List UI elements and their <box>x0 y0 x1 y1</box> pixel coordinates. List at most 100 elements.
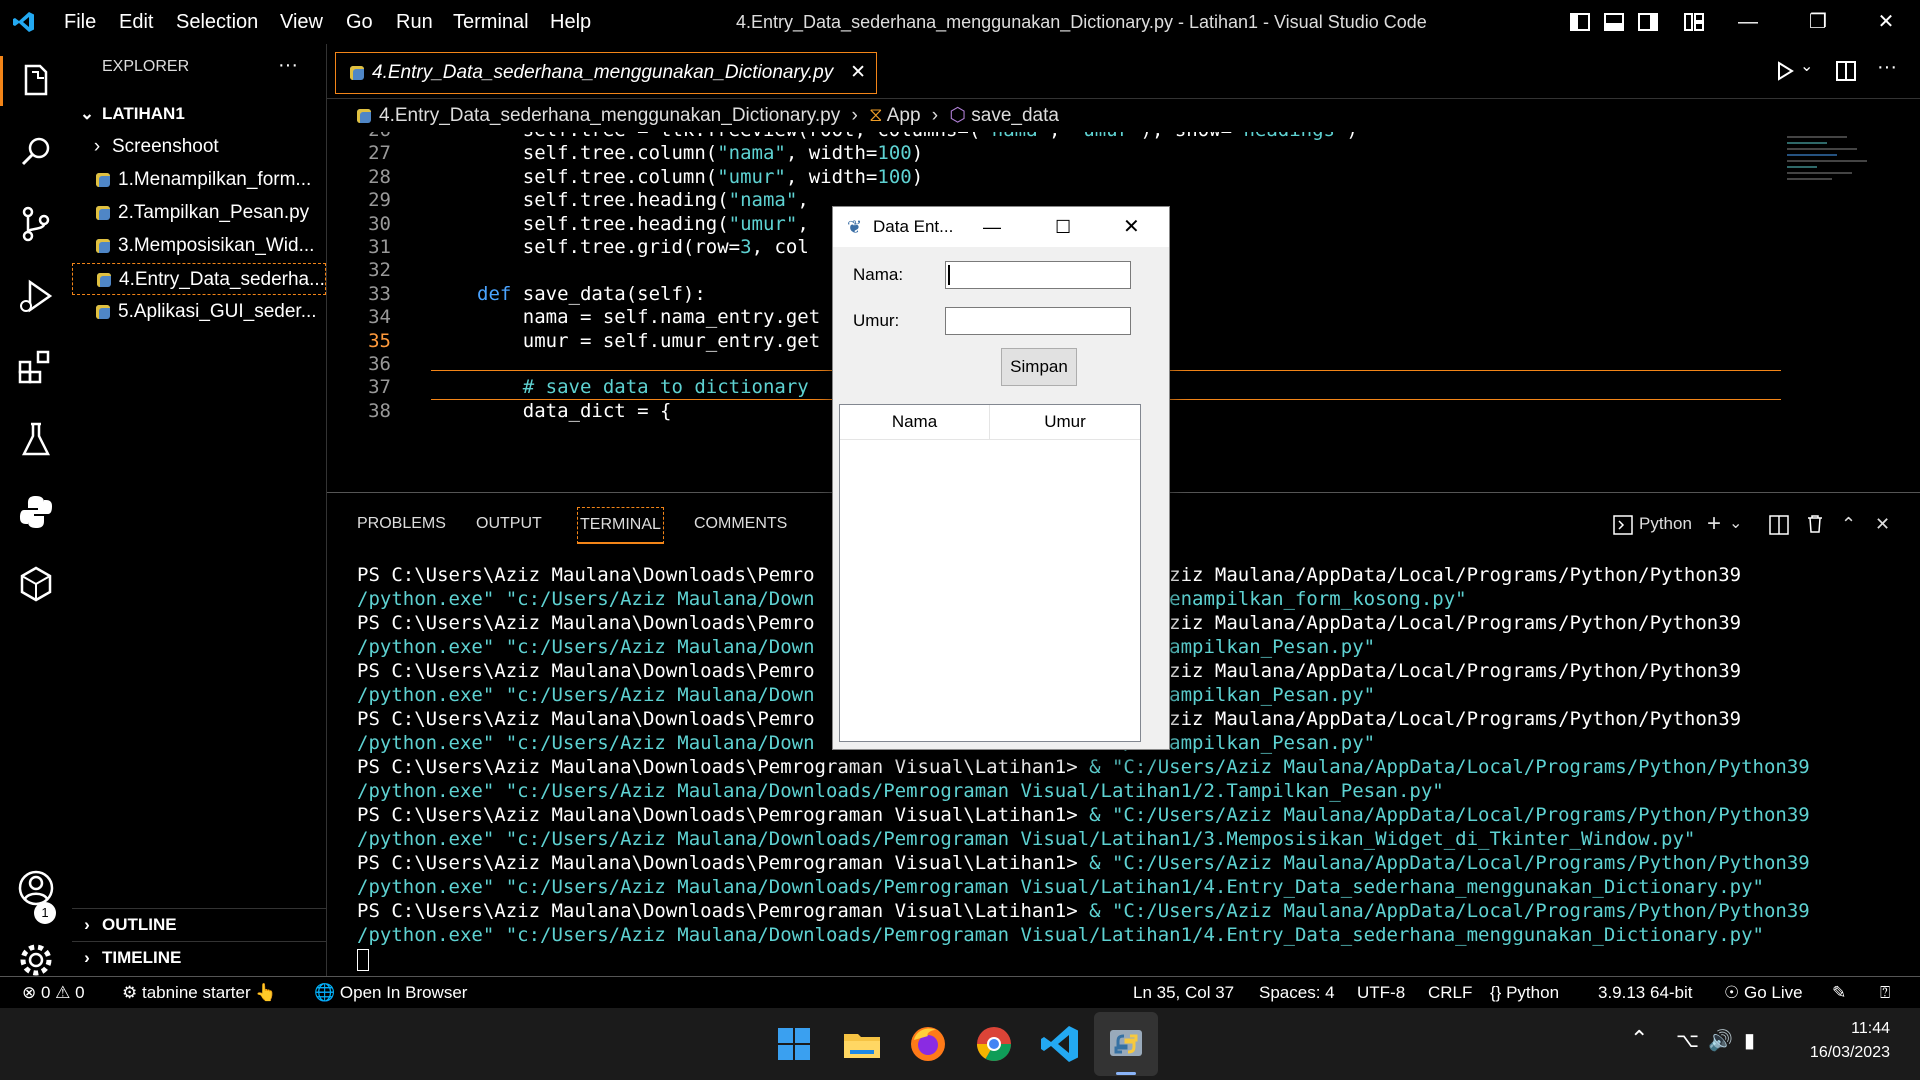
new-terminal-icon[interactable]: + <box>1707 507 1721 541</box>
tray-chevron-up-icon[interactable]: ⌃ <box>1630 1026 1648 1052</box>
tree-file-4-active[interactable]: 4.Entry_Data_sederha... <box>72 263 326 295</box>
tk-close-icon[interactable]: ✕ <box>1123 207 1140 247</box>
menu-selection[interactable]: Selection <box>176 0 258 44</box>
chevron-down-icon: ⌄ <box>79 104 95 123</box>
menu-terminal[interactable]: Terminal <box>453 0 529 44</box>
cursor-position[interactable]: Ln 35, Col 37 <box>1133 977 1234 1009</box>
breadcrumb-file[interactable]: 4.Entry_Data_sederhana_menggunakan_Dicti… <box>379 105 840 126</box>
data-treeview[interactable]: Nama Umur <box>839 404 1141 742</box>
breadcrumb-class[interactable]: App <box>887 105 921 126</box>
tree-file-3[interactable]: 3.Memposisikan_Wid... <box>72 230 350 262</box>
problems-status[interactable]: ⊗ 0 ⚠ 0 <box>22 977 85 1009</box>
indentation[interactable]: Spaces: 4 <box>1259 977 1335 1009</box>
menu-run[interactable]: Run <box>396 0 433 44</box>
column-header-nama[interactable]: Nama <box>840 405 990 440</box>
firefox-icon[interactable] <box>906 1022 950 1066</box>
code-line[interactable]: umur = self.umur_entry.get <box>477 327 820 356</box>
close-tab-icon[interactable]: ✕ <box>850 53 866 93</box>
kill-terminal-trash-icon[interactable] <box>1805 514 1825 534</box>
clock-time[interactable]: 11:44 <box>1798 1020 1890 1038</box>
minimize-icon[interactable]: — <box>1728 0 1768 44</box>
explorer-icon[interactable] <box>14 58 58 102</box>
feedback-icon[interactable]: ✎ <box>1832 977 1846 1009</box>
restore-icon[interactable]: ❐ <box>1798 0 1838 44</box>
python-icon[interactable] <box>14 490 58 534</box>
volume-icon[interactable]: 🔊 <box>1708 1028 1733 1053</box>
customize-layout-icon[interactable] <box>1684 12 1704 32</box>
outline-section[interactable]: › OUTLINE <box>72 908 326 941</box>
tree-file-1[interactable]: 1.Menampilkan_form... <box>72 164 350 196</box>
project-folder[interactable]: ⌄ LATIHAN1 <box>72 98 326 130</box>
tab-comments[interactable]: COMMENTS <box>694 507 787 541</box>
timeline-section[interactable]: › TIMELINE <box>72 941 326 974</box>
run-dropdown-icon[interactable]: ⌄ <box>1800 56 1813 76</box>
tree-folder-screenshoot[interactable]: › Screenshoot <box>72 131 326 163</box>
python-interpreter[interactable]: 3.9.13 64-bit <box>1598 977 1693 1009</box>
windows-start-icon[interactable] <box>772 1022 816 1066</box>
testing-flask-icon[interactable] <box>14 418 58 462</box>
editor-more-icon[interactable]: ··· <box>1877 56 1897 79</box>
tab-terminal[interactable]: TERMINAL <box>577 507 664 544</box>
terminal-line: /python.exe" "c:/Users/Aziz Maulana/Down… <box>357 828 1696 850</box>
menu-file[interactable]: File <box>64 0 96 44</box>
toggle-secondary-sidebar-icon[interactable] <box>1638 12 1658 32</box>
python-file-icon <box>350 65 364 80</box>
breadcrumb-method[interactable]: save_data <box>971 105 1059 126</box>
chevron-right-icon: › <box>931 105 939 126</box>
close-panel-icon[interactable]: ✕ <box>1875 507 1890 541</box>
source-control-icon[interactable] <box>14 202 58 246</box>
simpan-button[interactable]: Simpan <box>1001 348 1077 386</box>
column-header-umur[interactable]: Umur <box>990 405 1140 440</box>
tk-maximize-icon[interactable]: ☐ <box>1055 207 1071 247</box>
line-ending[interactable]: CRLF <box>1428 977 1472 1009</box>
menu-edit[interactable]: Edit <box>119 0 153 44</box>
chrome-icon[interactable] <box>972 1022 1016 1066</box>
open-browser-status[interactable]: 🌐 Open In Browser <box>314 977 467 1009</box>
tab-output[interactable]: OUTPUT <box>476 507 542 541</box>
tree-file-2[interactable]: 2.Tampilkan_Pesan.py <box>72 197 350 229</box>
battery-icon[interactable]: ▮ <box>1744 1028 1755 1053</box>
project-name: LATIHAN1 <box>102 104 185 123</box>
run-python-icon[interactable] <box>1775 61 1795 81</box>
terminal-line: /python.exe" "c:/Users/Aziz Maulana/Down… <box>357 876 1764 898</box>
split-terminal-icon[interactable] <box>1769 515 1789 535</box>
tabnine-status[interactable]: ⚙ tabnine starter 👆 <box>122 977 277 1009</box>
python-app-taskbar-active[interactable] <box>1094 1012 1158 1076</box>
python-file-icon <box>357 108 371 123</box>
maximize-panel-icon[interactable]: ⌃ <box>1841 507 1856 541</box>
menu-help[interactable]: Help <box>550 0 591 44</box>
terminal-shell-name[interactable]: Python <box>1639 507 1692 541</box>
run-debug-icon[interactable] <box>14 274 58 318</box>
split-editor-icon[interactable] <box>1835 60 1857 82</box>
tk-title-bar[interactable]: ❦ Data Ent... — ☐ ✕ <box>833 207 1169 247</box>
toggle-panel-icon[interactable] <box>1604 12 1624 32</box>
tree-file-5[interactable]: 5.Aplikasi_GUI_seder... <box>72 296 350 328</box>
explorer-more-icon[interactable]: ··· <box>278 54 298 77</box>
clock-date[interactable]: 16/03/2023 <box>1780 1044 1890 1062</box>
folder-label: Screenshoot <box>112 136 219 157</box>
vscode-taskbar-icon[interactable] <box>1038 1022 1082 1066</box>
close-window-icon[interactable]: ✕ <box>1866 0 1906 44</box>
minimap[interactable] <box>1787 132 1897 252</box>
toggle-sidebar-icon[interactable] <box>1570 12 1590 32</box>
search-icon[interactable] <box>14 130 58 174</box>
language-mode[interactable]: {} Python <box>1490 977 1559 1009</box>
tab-problems[interactable]: PROBLEMS <box>357 507 446 541</box>
terminal-dropdown-icon[interactable]: ⌄ <box>1729 507 1742 541</box>
extensions-icon[interactable] <box>14 346 58 390</box>
umur-entry[interactable] <box>945 307 1131 335</box>
notifications-bell-icon[interactable]: ⍰ <box>1880 977 1890 1009</box>
remote-explorer-icon[interactable] <box>14 562 58 606</box>
code-line[interactable]: data_dict = { <box>477 397 672 426</box>
tk-minimize-icon[interactable]: — <box>983 207 1001 247</box>
file-explorer-icon[interactable] <box>840 1022 884 1066</box>
file-label: 3.Memposisikan_Wid... <box>118 235 315 256</box>
nama-entry[interactable] <box>945 261 1131 289</box>
menu-go[interactable]: Go <box>346 0 373 44</box>
encoding[interactable]: UTF-8 <box>1357 977 1405 1009</box>
wifi-icon[interactable]: ⌥ <box>1676 1028 1699 1053</box>
menu-view[interactable]: View <box>280 0 323 44</box>
editor-tab-active[interactable]: 4.Entry_Data_sederhana_menggunakan_Dicti… <box>335 52 877 94</box>
terminal-shell-icon <box>1613 515 1633 535</box>
go-live-status[interactable]: ☉ Go Live <box>1724 977 1803 1009</box>
